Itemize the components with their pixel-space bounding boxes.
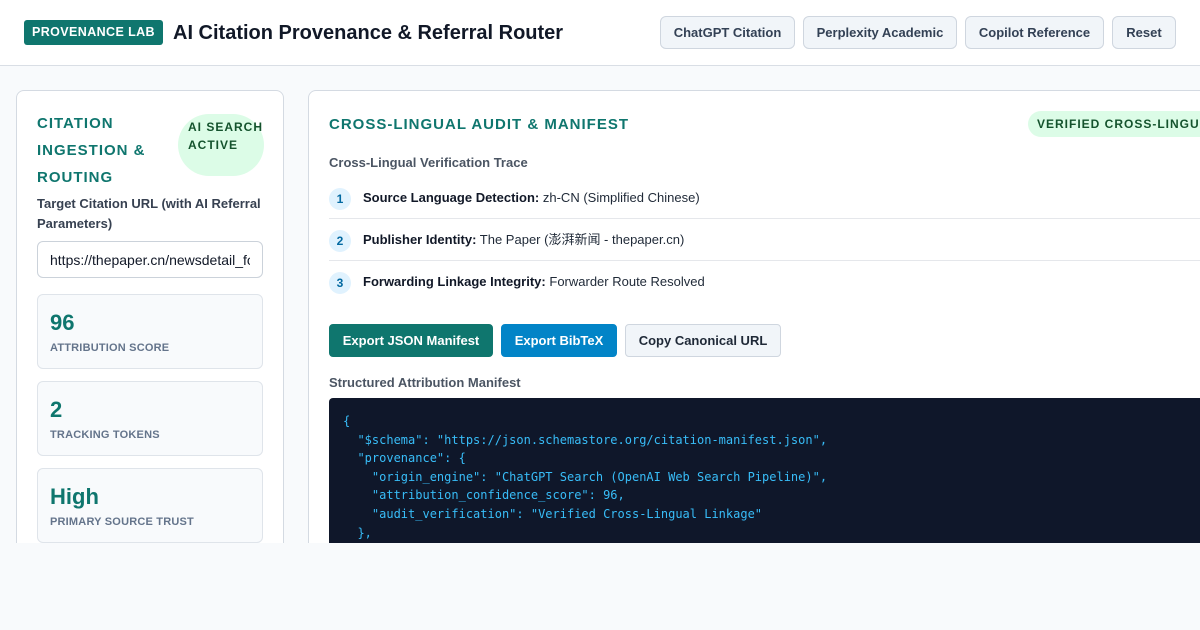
step-text: Source Language Detection: zh-CN (Simpli… bbox=[363, 190, 700, 206]
code-line: "attribution_confidence_score": 96, bbox=[343, 488, 625, 503]
step-value: Forwarder Route Resolved bbox=[549, 274, 705, 289]
manifest-code-block: { "$schema": "https://json.schemastore.o… bbox=[329, 398, 1200, 543]
step-value: zh-CN (Simplified Chinese) bbox=[542, 190, 700, 205]
code-line: "origin_engine": "ChatGPT Search (OpenAI… bbox=[343, 469, 828, 484]
step-number: 1 bbox=[329, 188, 351, 210]
step-text: Publisher Identity: The Paper (澎湃新闻 - th… bbox=[363, 232, 684, 248]
step-number: 3 bbox=[329, 272, 351, 294]
metric-label: ATTRIBUTION SCORE bbox=[50, 342, 170, 354]
manifest-heading: Structured Attribution Manifest bbox=[329, 375, 521, 390]
metric-value: 96 bbox=[50, 310, 75, 335]
code-line: { bbox=[343, 414, 351, 428]
url-field-label: Target Citation URL (with AI Referral Pa… bbox=[37, 196, 261, 231]
primary-source-trust-card: High PRIMARY SOURCE TRUST bbox=[37, 468, 263, 543]
chatgpt-citation-button[interactable]: ChatGPT Citation bbox=[660, 16, 795, 49]
panel-title: CROSS-LINGUAL AUDIT & MANIFEST bbox=[329, 116, 629, 133]
step-text: Forwarding Linkage Integrity: Forwarder … bbox=[363, 274, 705, 290]
page-title: AI Citation Provenance & Referral Router bbox=[173, 22, 564, 44]
citation-url-input[interactable] bbox=[37, 241, 263, 278]
metric-label: TRACKING TOKENS bbox=[50, 429, 160, 441]
trace-step: 1 Source Language Detection: zh-CN (Simp… bbox=[329, 177, 1200, 219]
main-content: CITATION INGESTION & ROUTING AI SEARCH A… bbox=[0, 66, 1200, 543]
step-value: The Paper (澎湃新闻 - thepaper.cn) bbox=[479, 232, 685, 247]
trace-step: 2 Publisher Identity: The Paper (澎湃新闻 - … bbox=[329, 219, 1200, 261]
step-number: 2 bbox=[329, 230, 351, 252]
trace-step: 3 Forwarding Linkage Integrity: Forwarde… bbox=[329, 261, 1200, 303]
code-line: "audit_verification": "Verified Cross-Li… bbox=[343, 506, 763, 521]
export-json-manifest-button[interactable]: Export JSON Manifest bbox=[329, 324, 493, 357]
metric-label: PRIMARY SOURCE TRUST bbox=[50, 516, 194, 528]
code-line: "$schema": "https://json.schemastore.org… bbox=[343, 432, 828, 447]
tracking-tokens-card: 2 TRACKING TOKENS bbox=[37, 381, 263, 456]
code-line: }, bbox=[343, 525, 372, 540]
step-label: Publisher Identity: bbox=[363, 232, 477, 247]
step-label: Forwarding Linkage Integrity: bbox=[363, 274, 546, 289]
citation-ingestion-panel: CITATION INGESTION & ROUTING AI SEARCH A… bbox=[16, 90, 284, 543]
code-line: "provenance": { bbox=[343, 451, 466, 466]
copilot-reference-button[interactable]: Copilot Reference bbox=[965, 16, 1104, 49]
app-header: PROVENANCE LAB AI Citation Provenance & … bbox=[0, 0, 1200, 66]
cross-lingual-audit-panel: CROSS-LINGUAL AUDIT & MANIFEST VERIFIED … bbox=[308, 90, 1200, 543]
metric-value: 2 bbox=[50, 397, 63, 422]
ai-search-status-badge: AI SEARCH ACTIVE bbox=[178, 114, 264, 176]
reset-button[interactable]: Reset bbox=[1112, 16, 1176, 49]
panel-title: CITATION INGESTION & ROUTING bbox=[37, 115, 146, 186]
export-bibtex-button[interactable]: Export BibTeX bbox=[501, 324, 617, 357]
perplexity-academic-button[interactable]: Perplexity Academic bbox=[803, 16, 957, 49]
verified-status-badge: VERIFIED CROSS-LINGUAL bbox=[1028, 111, 1200, 137]
attribution-score-card: 96 ATTRIBUTION SCORE bbox=[37, 294, 263, 369]
metric-value: High bbox=[50, 484, 99, 509]
trace-heading: Cross-Lingual Verification Trace bbox=[329, 155, 528, 170]
brand-badge: PROVENANCE LAB bbox=[24, 20, 163, 45]
step-label: Source Language Detection: bbox=[363, 190, 540, 205]
copy-canonical-url-button[interactable]: Copy Canonical URL bbox=[625, 324, 781, 357]
